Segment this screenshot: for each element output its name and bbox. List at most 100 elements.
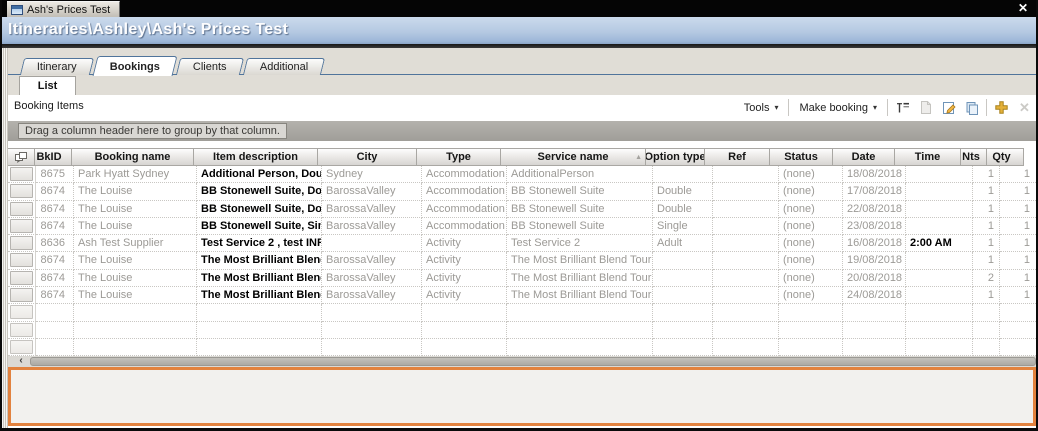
table-row[interactable]: 8674The LouiseThe Most Brilliant Blend T… [8,252,1037,269]
table-row[interactable]: 8674The LouiseThe Most Brilliant Blend T… [8,270,1037,287]
group-by-bar[interactable]: Drag a column header here to group by th… [8,121,1037,141]
add-item-button[interactable] [993,99,1010,116]
column-header-date[interactable]: Date [832,148,895,166]
column-header-type[interactable]: Type [416,148,501,166]
toolbar-separator [788,99,789,116]
cell-city [322,339,422,356]
breadcrumb-banner: Itineraries\Ashley\Ash's Prices Test [0,17,1038,44]
scroll-left-icon[interactable]: ‹ [14,356,28,367]
column-header-nts[interactable]: Nts [960,148,987,166]
table-row[interactable]: 8636Ash Test SupplierTest Service 2 , te… [8,235,1037,252]
cell-city [322,322,422,339]
table-row[interactable]: 8674The LouiseThe Most Brilliant Blend T… [8,287,1037,304]
cell-date: 17/08/2018 [843,183,906,200]
cell-option_type [653,166,713,183]
column-header-booking_name[interactable]: Booking name [71,148,194,166]
document-icon [918,100,933,115]
subtab-list[interactable]: List [19,76,76,95]
column-header-service_name[interactable]: Service name▲ [500,148,646,166]
table-row[interactable]: 8674The LouiseBB Stonewell Suite, Doubl.… [8,183,1037,200]
cell-service_name: BB Stonewell Suite [507,183,653,200]
close-icon[interactable]: ✕ [1018,1,1028,16]
table-row[interactable]: 8674The LouiseBB Stonewell Suite, Doubl.… [8,201,1037,218]
cell-time [906,304,973,321]
cell-booking_name: The Louise [74,252,197,269]
cell-type: Activity [422,252,507,269]
window-title: Ash's Prices Test [27,4,110,16]
cell-option_type [653,287,713,304]
view-item-button[interactable] [917,99,934,116]
content-panel: Booking Items Tools ▾ Make booking ▾ [8,95,1037,428]
tab-additional[interactable]: Additional [242,58,325,75]
window-title-tab[interactable]: Ash's Prices Test [7,1,120,17]
cell-date: 16/08/2018 [843,235,906,252]
cell-item_description [197,322,322,339]
cell-time [906,287,973,304]
cell-item_description: BB Stonewell Suite, Doubl... [197,201,322,218]
title-bar: Ash's Prices Test ✕ [0,0,1038,17]
grid-header-row: BkIDBooking nameItem descriptionCityType… [8,148,1037,166]
cell-option_type [653,252,713,269]
cell-type: Activity [422,287,507,304]
row-indicator [8,235,36,252]
cell-qty [1000,304,1037,321]
grid-rows: 8675Park Hyatt SydneyAdditional Person, … [8,166,1037,356]
cell-booking_name: The Louise [74,183,197,200]
horizontal-scrollbar[interactable]: ‹ [8,356,1037,367]
cell-city: BarossaValley [322,270,422,287]
row-indicator [8,339,36,356]
cell-service_name [507,322,653,339]
cell-bkid: 8674 [36,218,74,235]
column-header-bkid[interactable]: BkID [34,148,72,166]
row-indicator [8,166,36,183]
copy-booking-button[interactable] [963,99,980,116]
table-row[interactable]: 8675Park Hyatt SydneyAdditional Person, … [8,166,1037,183]
cell-time [906,166,973,183]
tab-clients[interactable]: Clients [176,58,244,75]
cell-option_type [653,322,713,339]
cell-nts [973,304,1000,321]
cell-booking_name [74,304,197,321]
toolbar-separator [887,99,888,116]
cell-nts: 1 [973,201,1000,218]
column-chooser-header[interactable] [8,148,35,166]
cell-item_description: BB Stonewell Suite, Single... [197,218,322,235]
column-header-item_description[interactable]: Item description [193,148,318,166]
column-header-status[interactable]: Status [769,148,833,166]
cell-qty: 1 [1000,270,1037,287]
column-header-time[interactable]: Time [894,148,961,166]
cell-qty: 1 [1000,252,1037,269]
table-row[interactable]: 8674The LouiseBB Stonewell Suite, Single… [8,218,1037,235]
cell-type [422,304,507,321]
chevron-down-icon: ▾ [873,103,877,112]
cell-status: (none) [779,201,843,218]
make-booking-button[interactable]: Make booking ▾ [795,100,881,116]
empty-row [8,322,1037,339]
column-header-city[interactable]: City [317,148,417,166]
column-header-ref[interactable]: Ref [704,148,770,166]
cell-booking_name [74,339,197,356]
cell-city: Sydney [322,166,422,183]
cell-service_name: The Most Brilliant Blend Tour [507,270,653,287]
cell-service_name: BB Stonewell Suite [507,201,653,218]
cell-service_name: BB Stonewell Suite [507,218,653,235]
edit-booking-button[interactable] [940,99,957,116]
cell-city: BarossaValley [322,201,422,218]
delete-item-button[interactable]: ✕ [1016,99,1033,116]
cell-time [906,252,973,269]
cell-ref [713,235,779,252]
chevron-down-icon: ▾ [774,103,778,112]
cell-time [906,218,973,235]
column-header-option_type[interactable]: Option type [645,148,705,166]
scrollbar-thumb[interactable] [30,357,1036,366]
column-header-qty[interactable]: Qty [986,148,1024,166]
field-chooser-icon [895,100,910,115]
tab-bookings[interactable]: Bookings [92,56,177,76]
cell-ref [713,252,779,269]
cell-nts: 1 [973,183,1000,200]
cell-city: BarossaValley [322,252,422,269]
cell-nts [973,339,1000,356]
tools-button[interactable]: Tools ▾ [740,100,783,116]
field-chooser-button[interactable] [894,99,911,116]
tab-itinerary[interactable]: Itinerary [20,58,94,75]
